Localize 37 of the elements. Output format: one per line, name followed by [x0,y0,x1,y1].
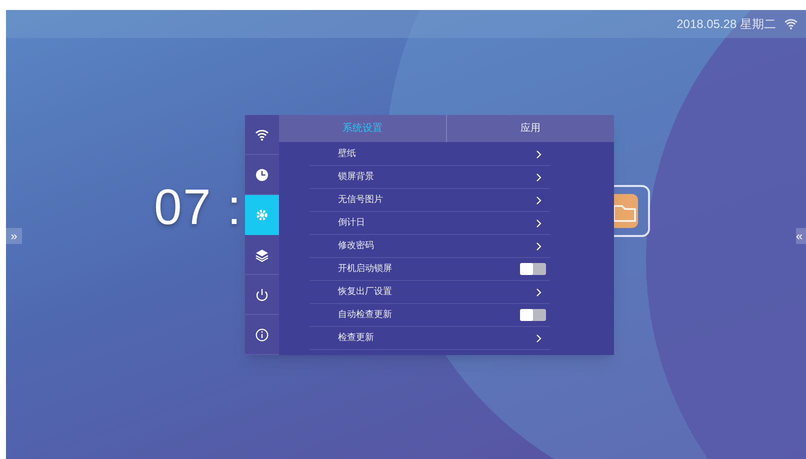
chevron-right-icon [536,196,542,204]
settings-row[interactable]: 无信号图片 [310,189,550,212]
row-label: 检查更新 [338,331,374,344]
chevron-right-icon [536,334,542,342]
row-label: 无信号图片 [338,193,383,206]
chevron-right-icon [536,242,542,250]
settings-row[interactable]: 倒计日 [310,212,550,235]
settings-row[interactable]: 检查更新 [310,327,550,350]
chevron-right-icon [536,172,542,182]
settings-row[interactable]: 开机启动锁屏 [310,258,550,281]
clock-icon [254,166,270,182]
tab[interactable]: 应用 [446,115,614,142]
settings-row[interactable]: 锁屏背景 [310,166,550,189]
power-icon [254,286,270,302]
row-label: 自动检查更新 [338,308,392,322]
toggle-switch[interactable] [520,263,546,275]
row-label: 倒计日 [338,216,365,230]
chevron-right-icon [536,150,542,158]
settings-row[interactable]: 自动检查更新 [310,304,550,327]
row-label: 壁纸 [338,147,356,160]
settings-icon [254,207,270,223]
folder-icon [614,194,640,228]
expand-right-button[interactable]: « [796,228,806,244]
settings-row[interactable]: 恢复出厂设置 [310,281,550,304]
clock-time: 07 : [154,182,242,232]
row-label: 修改密码 [338,239,374,252]
settings-row[interactable]: 修改密码 [310,235,550,258]
date-time: 2018.05.28 星期二 [676,16,776,33]
settings-row[interactable]: 壁纸 [310,143,550,166]
chevron-right-icon [536,218,542,228]
row-label: 开机启动锁屏 [338,262,392,276]
wifi-icon [784,18,798,30]
toggle-switch[interactable] [520,309,546,321]
row-label: 恢复出厂设置 [338,285,392,298]
row-label: 锁屏背景 [338,170,374,184]
chevron-right-icon [536,288,542,296]
info-icon [254,326,270,342]
